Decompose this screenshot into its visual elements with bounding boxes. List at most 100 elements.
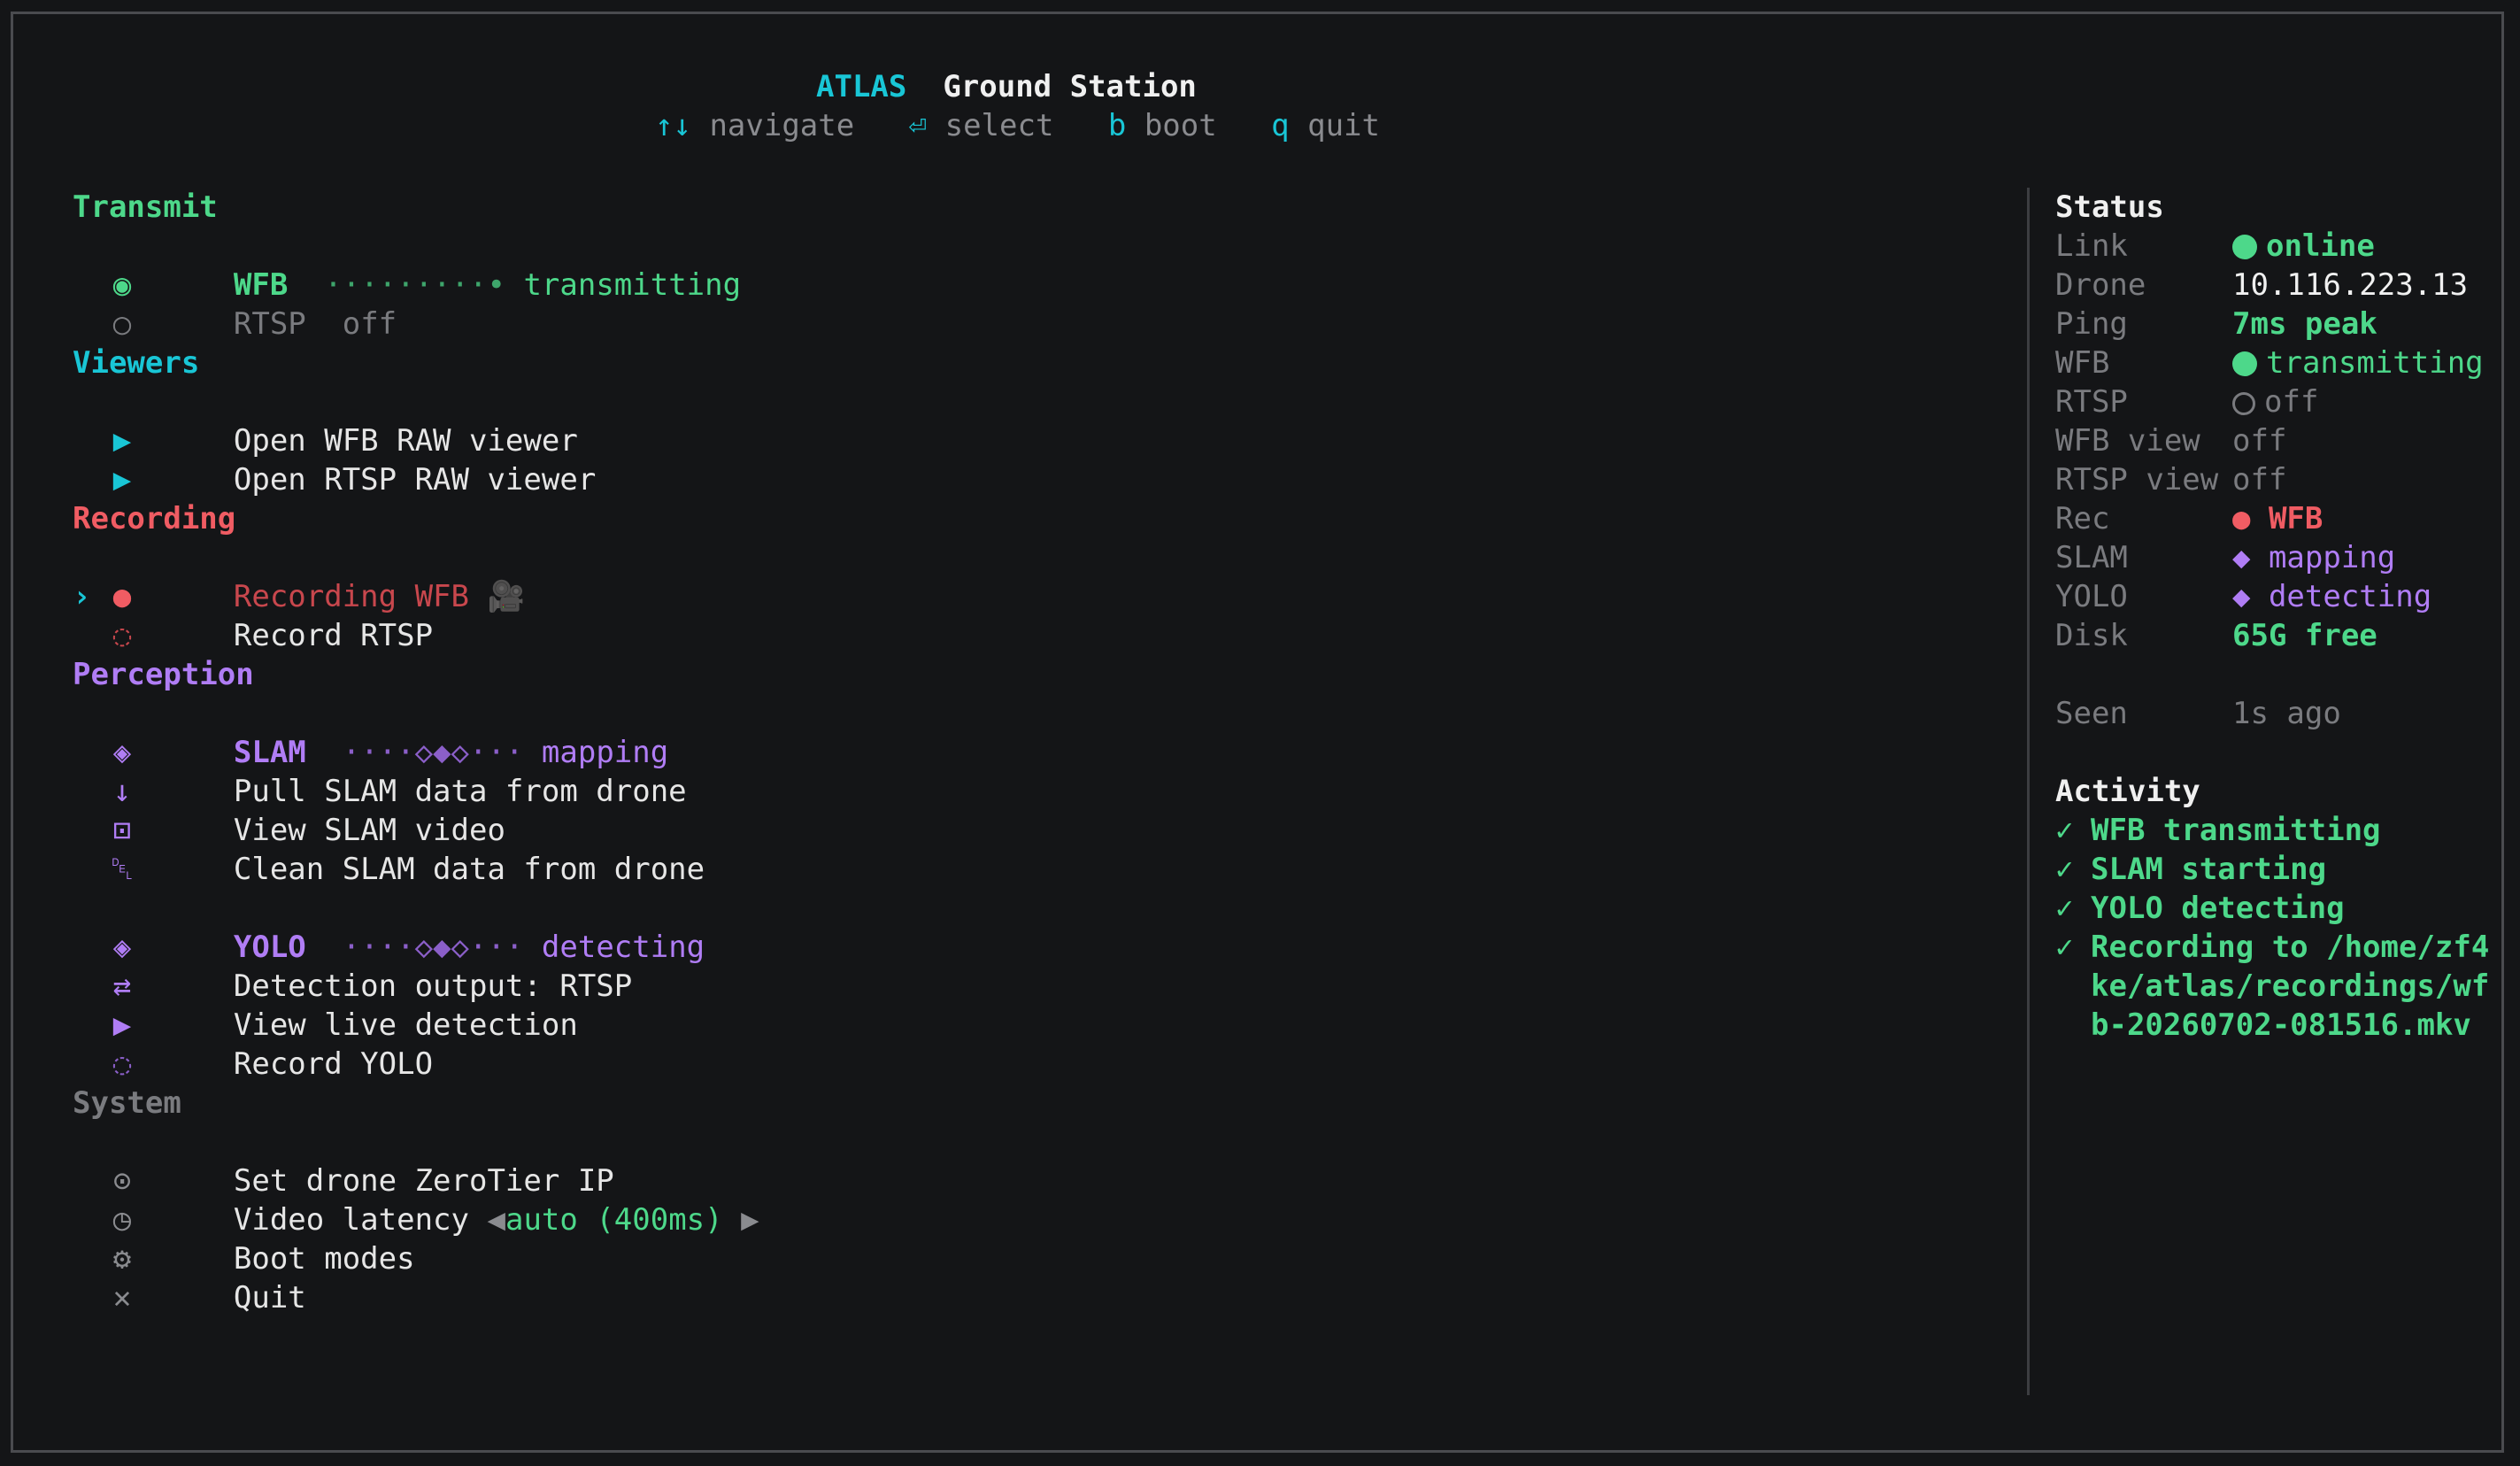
status-key: Disk — [2055, 618, 2128, 653]
status-key: RTSP view — [2055, 462, 2219, 498]
quit-key: q — [1271, 108, 1290, 143]
slam-diamond-icon: ◆ — [2232, 540, 2269, 575]
wfb-view-value: off — [2232, 423, 2287, 459]
menu-item-wfb[interactable]: ◉ WFB ·········• transmitting — [73, 227, 759, 303]
record-empty-icon: ◌ — [112, 618, 132, 653]
status-key: WFB view — [2055, 423, 2200, 459]
app-name: ATLAS — [816, 69, 907, 104]
status-row-disk: Disk 65G free — [2055, 616, 2489, 655]
panel-divider — [2027, 188, 2030, 1395]
menu-item-detection-output[interactable]: ⇄ Detection output: RTSP — [73, 928, 759, 1004]
status-row-link: Link online — [2055, 227, 2489, 266]
status-key: Link — [2055, 228, 2128, 264]
status-row-rtsp-view: RTSP view off — [2055, 460, 2489, 499]
status-key: YOLO — [2055, 579, 2128, 614]
select-key: ⏎ — [908, 108, 928, 143]
yolo-diamond-icon: ◆ — [2232, 579, 2269, 614]
status-row-rtsp: RTSP off — [2055, 382, 2489, 421]
boot-hint: boot — [1144, 108, 1217, 143]
key-hints: ↑↓ navigate ⏎ select b boot q quit — [655, 108, 1380, 143]
menu-item-record-yolo[interactable]: ◌ Record YOLO — [73, 1006, 759, 1082]
activity-text: ke/atlas/recordings/wf — [2091, 968, 2490, 1004]
main-menu: Transmit ◉ WFB ·········• transmitting ○ R… — [73, 188, 759, 1316]
section-system: System — [73, 1085, 181, 1121]
menu-item-clean-slam[interactable]: ␡ Clean SLAM data from drone — [73, 811, 759, 887]
menu-item-open-wfb-viewer[interactable]: ▶ Open WFB RAW viewer — [73, 382, 759, 459]
menu-item-label: Quit — [233, 1280, 306, 1316]
app-title: ATLAS Ground Station — [816, 69, 1197, 104]
status-row-yolo: YOLO ◆ detecting — [2055, 577, 2489, 616]
status-title: Status — [2055, 189, 2164, 225]
status-key: Rec — [2055, 501, 2110, 536]
menu-item-label: Clean SLAM data from drone — [233, 852, 705, 887]
menu-item-label: Record RTSP — [233, 618, 434, 653]
section-viewers: Viewers — [73, 345, 200, 381]
menu-item-open-rtsp-viewer[interactable]: ▶ Open RTSP RAW viewer — [73, 421, 759, 498]
activity-text: YOLO detecting — [2091, 891, 2345, 926]
activity-item: ✓ YOLO detecting — [2055, 889, 2489, 928]
status-row-wfb: WFB transmitting — [2055, 343, 2489, 382]
activity-item-continued: ke/atlas/recordings/wf — [2055, 967, 2489, 1006]
menu-item-set-zerotier-ip[interactable]: ⊙ Set drone ZeroTier IP — [73, 1123, 759, 1199]
menu-item-record-rtsp[interactable]: ◌ Record RTSP — [73, 577, 759, 653]
record-empty-icon: ◌ — [112, 1046, 132, 1082]
clean-icon: ␡ — [110, 852, 135, 887]
wfb-value: transmitting — [2266, 345, 2484, 381]
menu-item-boot-modes[interactable]: ⚙ Boot modes — [73, 1200, 759, 1277]
activity-text: b-20260702-081516.mkv — [2091, 1007, 2471, 1043]
play-icon: ▶ — [112, 462, 132, 498]
activity-item: ✓ WFB transmitting — [2055, 811, 2489, 850]
menu-item-view-slam-video[interactable]: ⊡ View SLAM video — [73, 772, 759, 848]
activity-title: Activity — [2055, 774, 2200, 809]
activity-item: ✓ Recording to /home/zf4 — [2055, 928, 2489, 967]
rec-value: WFB — [2268, 501, 2323, 536]
status-key: Ping — [2055, 306, 2128, 342]
menu-item-quit[interactable]: ✕ Quit — [73, 1239, 759, 1316]
status-key: SLAM — [2055, 540, 2128, 575]
rtsp-status: off — [342, 306, 397, 342]
app-subtitle: Ground Station — [943, 69, 1197, 104]
status-row-slam: SLAM ◆ mapping — [2055, 538, 2489, 577]
menu-item-slam[interactable]: ◈ SLAM ····◇◆◇··· mapping — [73, 694, 759, 770]
status-key: WFB — [2055, 345, 2110, 381]
disk-value: 65G free — [2232, 618, 2377, 653]
check-icon: ✓ — [2055, 813, 2074, 848]
menu-item-video-latency[interactable]: ◷ Video latency ◀auto (400ms) ▶ — [73, 1161, 759, 1238]
activity-text: Recording to /home/zf4 — [2091, 930, 2490, 965]
rtsp-view-value: off — [2232, 462, 2287, 498]
status-key: Seen — [2055, 696, 2128, 731]
menu-item-pull-slam[interactable]: ↓ Pull SLAM data from drone — [73, 733, 759, 809]
check-icon: ✓ — [2055, 852, 2074, 887]
status-key: Drone — [2055, 267, 2146, 303]
drone-ip-value: 10.116.223.13 — [2232, 267, 2469, 303]
menu-item-label: Open RTSP RAW viewer — [233, 462, 597, 498]
navigate-hint: navigate — [709, 108, 855, 143]
rtsp-empty-dot-icon — [2232, 392, 2255, 415]
menu-item-yolo[interactable]: ◈ YOLO ····◇◆◇··· detecting — [73, 889, 759, 965]
activity-item: ✓ SLAM starting — [2055, 850, 2489, 889]
activity-text: WFB transmitting — [2091, 813, 2381, 848]
check-icon: ✓ — [2055, 930, 2074, 965]
rtsp-value: off — [2264, 384, 2319, 420]
menu-item-view-live-detection[interactable]: ▶ View live detection — [73, 967, 759, 1043]
slam-value: mapping — [2268, 540, 2396, 575]
section-recording: Recording — [73, 501, 236, 536]
menu-item-rtsp[interactable]: ○ RTSP off — [73, 266, 759, 342]
seen-value: 1s ago — [2232, 696, 2341, 731]
section-perception: Perception — [73, 657, 254, 692]
boot-key: b — [1107, 108, 1127, 143]
activity-text: SLAM starting — [2091, 852, 2327, 887]
radio-empty-icon: ○ — [112, 306, 132, 342]
status-row-ping: Ping 7ms peak — [2055, 305, 2489, 343]
activity-item-continued: b-20260702-081516.mkv — [2055, 1006, 2489, 1045]
status-row-seen: Seen 1s ago — [2055, 694, 2489, 733]
menu-item-recording-wfb[interactable]: › ● Recording WFB 🎥 — [73, 538, 759, 614]
check-icon: ✓ — [2055, 891, 2074, 926]
online-dot-icon — [2232, 235, 2257, 259]
status-row-drone: Drone 10.116.223.13 — [2055, 266, 2489, 305]
menu-item-label: Record YOLO — [233, 1046, 434, 1082]
status-panel: Status Link online Drone 10.116.223.13 Pin… — [2055, 188, 2489, 1045]
yolo-value: detecting — [2268, 579, 2432, 614]
rtsp-label: RTSP — [233, 306, 306, 342]
section-transmit: Transmit — [73, 189, 218, 225]
